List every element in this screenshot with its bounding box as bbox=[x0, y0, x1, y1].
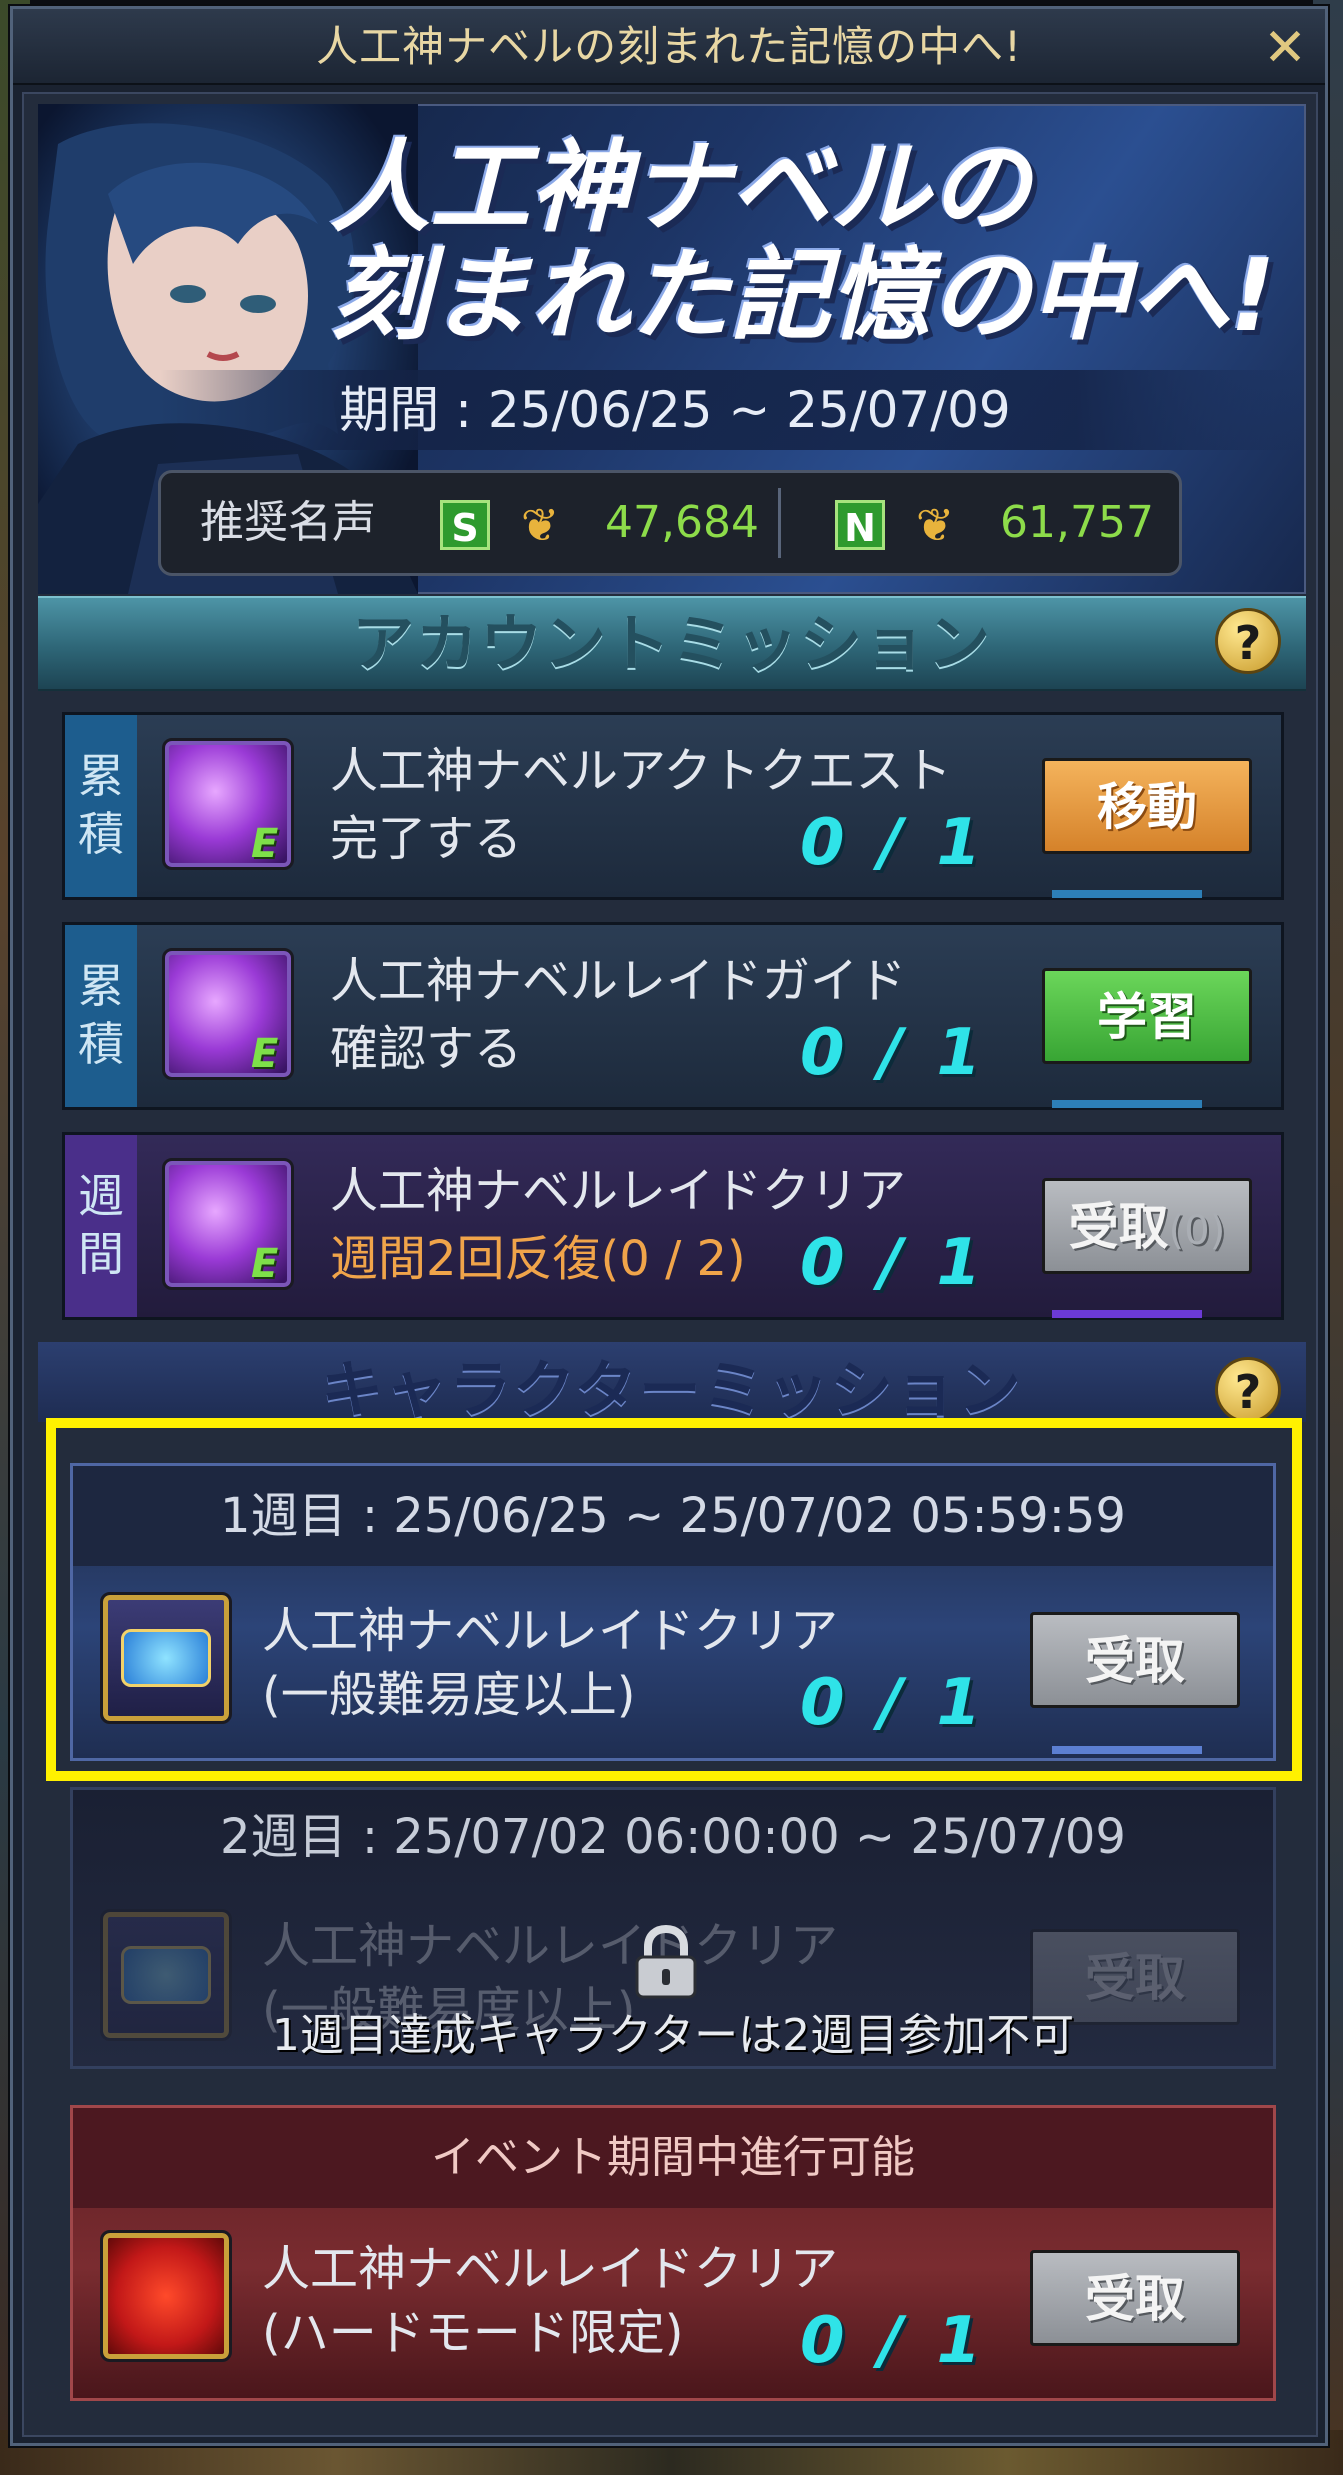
claim-button[interactable]: 受取(0) bbox=[1042, 1178, 1252, 1274]
mission-type-tag: 週 間 bbox=[65, 1135, 137, 1317]
mission-progress: 0 / 1 bbox=[800, 1226, 987, 1300]
account-mission-title: アカウントミッション bbox=[351, 607, 992, 680]
mission-progress: 0 / 1 bbox=[800, 1016, 987, 1090]
claim-button-label: 受取 bbox=[1068, 1198, 1169, 1256]
move-button[interactable]: 移動 bbox=[1042, 758, 1252, 854]
dialog-title: 人工神ナベルの刻まれた記憶の中へ! bbox=[316, 22, 1022, 71]
highlight-frame bbox=[46, 1418, 1302, 1781]
mission-progress: 0 / 1 bbox=[800, 2304, 987, 2378]
reward-item-grade: E bbox=[251, 1241, 279, 1287]
claim-count: (0) bbox=[1168, 1208, 1226, 1254]
mission-description: 確認する bbox=[330, 1021, 523, 1077]
fame-laurel-icon: ❦ bbox=[915, 498, 955, 552]
event-period: 期間 : 25/06/25 ~ 25/07/09 bbox=[339, 381, 1011, 439]
fame-divider bbox=[778, 488, 781, 558]
event-period-notice: イベント期間中進行可能 bbox=[431, 2132, 915, 2183]
fame-laurel-icon: ❦ bbox=[520, 498, 560, 552]
reward-item-icon: E bbox=[162, 1158, 294, 1290]
week2-locked-notice: 1週目達成キャラクターは2週目参加不可 bbox=[271, 2010, 1075, 2061]
mission-type-tag: 累 積 bbox=[65, 715, 137, 897]
reward-item-grade: E bbox=[251, 821, 279, 867]
help-icon[interactable]: ? bbox=[1215, 608, 1281, 674]
mission-description: 週間2回反復(0 / 2) bbox=[330, 1231, 746, 1287]
grade-s-badge: S bbox=[440, 500, 490, 550]
mission-name: 人工神ナベルレイドガイド bbox=[330, 953, 907, 1009]
mission-name: 人工神ナベルレイドクリア bbox=[262, 2241, 839, 2297]
mission-name: 人工神ナベルレイドクリア bbox=[330, 1163, 907, 1219]
mission-progress: 0 / 1 bbox=[800, 806, 987, 880]
grade-n-badge: N bbox=[835, 500, 885, 550]
mission-name: 人工神ナベルレイドクリア bbox=[262, 1918, 839, 1974]
banner-title-line2: 刻まれた記憶の中へ! bbox=[330, 237, 1276, 354]
fame-value-n: 61,757 bbox=[1000, 497, 1154, 548]
row-decoration bbox=[1052, 1310, 1202, 1318]
row-decoration bbox=[1052, 1100, 1202, 1108]
recommended-fame-label: 推奨名声 bbox=[200, 497, 376, 548]
chest-gem bbox=[121, 1946, 211, 2004]
week2-period: 2週目 : 25/07/02 06:00:00 ~ 25/07/09 bbox=[220, 1809, 1126, 1865]
row-decoration bbox=[1052, 890, 1202, 898]
reward-item-icon: E bbox=[162, 738, 294, 870]
close-icon: ✕ bbox=[1263, 18, 1307, 78]
reward-item-icon: E bbox=[162, 948, 294, 1080]
lock-icon bbox=[631, 1923, 701, 2001]
reward-item-grade: E bbox=[251, 1031, 279, 1077]
skull-seal-icon bbox=[100, 2230, 232, 2362]
help-icon[interactable]: ? bbox=[1215, 1357, 1281, 1423]
claim-button[interactable]: 受取 bbox=[1030, 2250, 1240, 2346]
fame-value-s: 47,684 bbox=[605, 497, 759, 548]
mission-type-tag: 累 積 bbox=[65, 925, 137, 1107]
learn-button[interactable]: 学習 bbox=[1042, 968, 1252, 1064]
mission-description: (ハードモード限定) bbox=[262, 2305, 684, 2361]
banner-title-line1: 人工神ナベルの bbox=[330, 129, 1030, 246]
mission-description: 完了する bbox=[330, 811, 523, 867]
close-button[interactable]: ✕ bbox=[1255, 18, 1315, 78]
mission-name: 人工神ナベルアクトクエスト bbox=[330, 743, 952, 799]
